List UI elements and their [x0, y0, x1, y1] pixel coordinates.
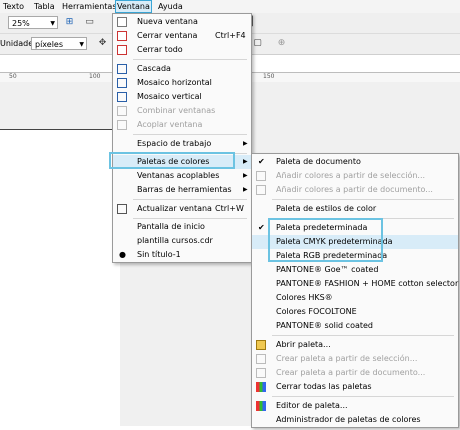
zoom-page-icon[interactable]: ⊞ — [64, 17, 75, 28]
menu-item-combinar-ventanas[interactable]: Combinar ventanas — [113, 104, 251, 118]
add-colors-icon — [256, 171, 266, 181]
menu-separator — [133, 59, 247, 60]
menu-item-colores-focoltone[interactable]: Colores FOCOLTONE — [252, 305, 458, 319]
menu-ventana[interactable]: Ventana — [115, 0, 152, 13]
menu-item-paleta-predeterminada[interactable]: ✔ Paleta predeterminada — [252, 221, 458, 235]
menu-separator — [272, 218, 454, 219]
menu-item-mosaico-horizontal[interactable]: Mosaico horizontal — [113, 76, 251, 90]
menu-item-cerrar-ventana[interactable]: Cerrar ventana Ctrl+F4 — [113, 29, 251, 43]
menu-item-paleta-estilos[interactable]: Paleta de estilos de color — [252, 202, 458, 216]
frame-icon[interactable]: ▢ — [252, 38, 263, 49]
add-icon[interactable]: ⊕ — [276, 38, 287, 49]
open-folder-icon — [256, 340, 266, 350]
menu-item-sin-titulo[interactable]: ● Sin título-1 — [113, 248, 251, 262]
document-page[interactable] — [0, 129, 120, 430]
create-palette-icon — [256, 368, 266, 378]
menu-item-administrador-paletas[interactable]: Administrador de paletas de colores — [252, 413, 458, 427]
dock-window-icon — [117, 120, 127, 130]
menu-item-barras-de-herramientas[interactable]: Barras de herramientas ▶ — [113, 183, 251, 197]
menu-item-nueva-ventana[interactable]: Nueva ventana — [113, 15, 251, 29]
new-window-icon — [117, 17, 127, 27]
nudge-icon[interactable]: ✥ — [97, 38, 108, 49]
menu-item-acoplar-ventana[interactable]: Acoplar ventana — [113, 118, 251, 132]
menu-texto[interactable]: Texto — [2, 1, 25, 12]
cascade-icon — [117, 64, 127, 74]
menu-item-paleta-cmyk[interactable]: Paleta CMYK predeterminada — [252, 235, 458, 249]
menu-item-anadir-seleccion[interactable]: Añadir colores a partir de selección... — [252, 169, 458, 183]
menu-item-pantone-fashion[interactable]: PANTONE® FASHION + HOME cotton selector — [252, 277, 458, 291]
ruler-tick: 100 — [89, 73, 101, 80]
add-colors-icon — [256, 185, 266, 195]
close-window-icon — [117, 31, 127, 41]
menu-item-cascada[interactable]: Cascada — [113, 62, 251, 76]
ruler-tick: 50 — [9, 73, 17, 80]
menu-item-anadir-documento[interactable]: Añadir colores a partir de documento... — [252, 183, 458, 197]
menu-separator — [133, 199, 247, 200]
menu-item-crear-seleccion[interactable]: Crear paleta a partir de selección... — [252, 352, 458, 366]
zoom-tool-icon[interactable]: ▭ — [84, 17, 95, 28]
combine-windows-icon — [117, 106, 127, 116]
menu-item-cerrar-paletas[interactable]: Cerrar todas las paletas — [252, 380, 458, 394]
ruler-tick: 150 — [263, 73, 275, 80]
menu-separator — [133, 134, 247, 135]
menu-item-pantalla-de-inicio[interactable]: Pantalla de inicio — [113, 220, 251, 234]
menu-separator — [133, 153, 247, 154]
menu-item-cerrar-todo[interactable]: Cerrar todo — [113, 43, 251, 57]
check-icon: ✔ — [258, 223, 265, 232]
menu-item-abrir-paleta[interactable]: Abrir paleta... — [252, 338, 458, 352]
menu-item-espacio-de-trabajo[interactable]: Espacio de trabajo ▶ — [113, 137, 251, 151]
submenu-arrow-icon: ▶ — [243, 186, 248, 193]
menu-item-colores-hks[interactable]: Colores HKS® — [252, 291, 458, 305]
menu-bar: Texto Tabla Herramientas Ventana Ayuda — [0, 0, 460, 13]
create-palette-icon — [256, 354, 266, 364]
menu-item-actualizar-ventana[interactable]: Actualizar ventana Ctrl+W — [113, 202, 251, 216]
menu-item-editor-paleta[interactable]: Editor de paleta... — [252, 399, 458, 413]
menu-item-pantone-goe[interactable]: PANTONE® Goe™ coated — [252, 263, 458, 277]
refresh-window-icon — [117, 204, 127, 214]
palette-icon — [256, 382, 266, 392]
submenu-arrow-icon: ▶ — [243, 140, 248, 147]
tile-horizontal-icon — [117, 78, 127, 88]
menu-item-paleta-documento[interactable]: ✔ Paleta de documento — [252, 155, 458, 169]
units-combo[interactable]: píxeles ▼ — [31, 37, 87, 50]
check-icon: ✔ — [258, 157, 265, 166]
menu-item-paletas-de-colores[interactable]: Paletas de colores ▶ — [113, 155, 251, 169]
menu-item-paleta-rgb[interactable]: Paleta RGB predeterminada — [252, 249, 458, 263]
palette-editor-icon — [256, 401, 266, 411]
menu-item-plantilla-cursos[interactable]: plantilla cursos.cdr — [113, 234, 251, 248]
submenu-arrow-icon: ▶ — [243, 172, 248, 179]
menu-ayuda[interactable]: Ayuda — [157, 1, 184, 12]
menu-item-pantone-solid[interactable]: PANTONE® solid coated — [252, 319, 458, 333]
chevron-down-icon: ▼ — [50, 20, 55, 27]
menu-separator — [133, 218, 247, 219]
paletas-submenu: ✔ Paleta de documento Añadir colores a p… — [251, 153, 459, 428]
submenu-arrow-icon: ▶ — [243, 158, 248, 165]
menu-separator — [272, 199, 454, 200]
menu-separator — [272, 396, 454, 397]
zoom-value: 25% — [12, 19, 30, 28]
chevron-down-icon: ▼ — [79, 41, 84, 48]
menu-item-ventanas-acoplables[interactable]: Ventanas acoplables ▶ — [113, 169, 251, 183]
ventana-menu: Nueva ventana Cerrar ventana Ctrl+F4 Cer… — [112, 13, 252, 263]
menu-herramientas[interactable]: Herramientas — [61, 1, 118, 12]
tile-vertical-icon — [117, 92, 127, 102]
units-value: píxeles — [35, 40, 64, 49]
active-bullet-icon: ● — [119, 250, 126, 259]
menu-item-crear-documento[interactable]: Crear paleta a partir de documento... — [252, 366, 458, 380]
close-all-icon — [117, 45, 127, 55]
menu-item-mosaico-vertical[interactable]: Mosaico vertical — [113, 90, 251, 104]
zoom-combo[interactable]: 25% ▼ — [8, 16, 58, 29]
menu-separator — [272, 335, 454, 336]
menu-tabla[interactable]: Tabla — [33, 1, 56, 12]
